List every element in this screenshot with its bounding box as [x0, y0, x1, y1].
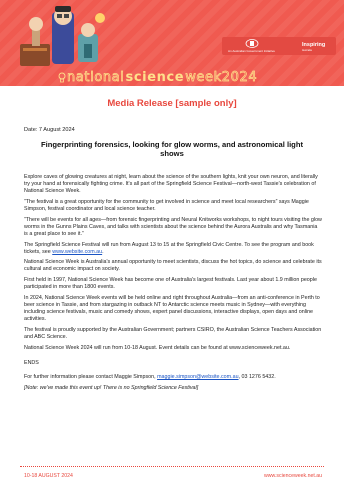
national-science-week-wordmark: national science week2024 — [58, 70, 257, 86]
disclaimer-note: [Note: we've made this event up! There i… — [24, 384, 199, 391]
body-paragraph: In 2024, National Science Week events wi… — [24, 294, 320, 323]
footer-divider — [20, 466, 324, 467]
header-banner: An Australian Government Initiative Insp… — [0, 0, 344, 86]
website-link[interactable]: www.website.com.au — [52, 249, 102, 255]
body-paragraph: The festival is proudly supported by the… — [24, 326, 322, 340]
body-paragraph-with-link: The Springfield Science Festival will ru… — [24, 242, 322, 256]
contact-phone: , 03 1276 5432. — [238, 373, 276, 380]
government-initiative-text: An Australian Government Initiative — [228, 49, 275, 53]
release-headline: Fingerprinting forensics, looking for gl… — [40, 140, 303, 159]
body-paragraph: National Science Week is Australia's ann… — [24, 259, 322, 273]
body-paragraph: Explore caves of glowing creatures at ni… — [24, 174, 318, 195]
government-crest-icon — [245, 39, 259, 48]
body-paragraph: “There will be events for all ages—from … — [24, 216, 322, 237]
footer-url: www.scienceweek.net.au — [264, 473, 322, 479]
contact-email-link[interactable]: maggie.simpson@website.com.au — [157, 374, 238, 380]
contact-paragraph: For further information please contact M… — [24, 374, 322, 381]
scientist-illustration-icon — [20, 6, 105, 66]
release-body: Explore caves of glowing creatures at ni… — [24, 174, 322, 395]
release-date: Date: 7 August 2024 — [24, 127, 75, 133]
paragraph-end: . — [102, 248, 104, 255]
wordmark-week-year: week2024 — [185, 70, 258, 85]
lightbulb-icon — [58, 72, 66, 83]
body-paragraph: First held in 1997, National Science Wee… — [24, 277, 317, 291]
ends-marker: ENDS — [24, 359, 39, 366]
contact-text: For further information please contact M… — [24, 373, 158, 380]
document-title: Media Release [sample only] — [107, 98, 237, 109]
body-paragraph: “The festival is a great opportunity for… — [24, 198, 309, 212]
inspiring-australia-logo: Inspiring — [302, 42, 326, 48]
footer-dates: 10-18 AUGUST 2024 — [24, 473, 73, 479]
inspiring-australia-sub: Australia — [302, 49, 312, 52]
wordmark-science: science — [125, 70, 185, 85]
body-paragraph: National Science Week 2024 will run from… — [24, 344, 291, 351]
wordmark-national: national — [67, 70, 125, 85]
